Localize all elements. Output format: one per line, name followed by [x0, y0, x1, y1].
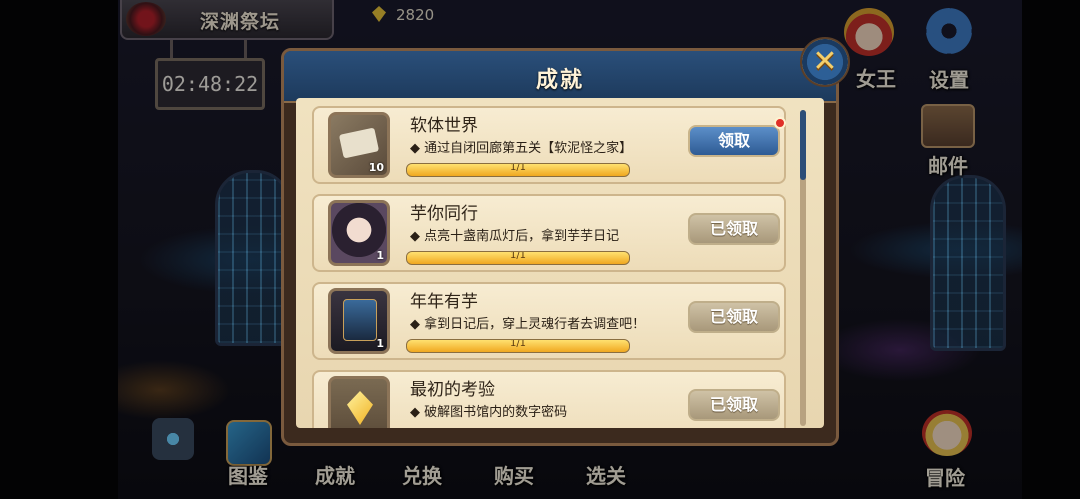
achievement-desc: ◆ 点亮十盏南瓜灯后，拿到芋芋日记 — [410, 229, 620, 244]
claimed-button[interactable]: 已领取 — [688, 213, 780, 245]
achievement-title: 最初的考验 — [410, 380, 495, 400]
achievement-row: 1 年年有芋 ◆ 拿到日记后，穿上灵魂行者去调查吧！ 1/1 已领取 — [312, 282, 786, 360]
claimed-button[interactable]: 已领取 — [688, 301, 780, 333]
dialog-header: 成就 — [284, 51, 836, 103]
notification-dot — [774, 117, 786, 129]
close-button[interactable]: ✕ — [800, 37, 850, 87]
progress-bar: 1/1 — [406, 163, 630, 177]
progress-text: 1/1 — [509, 163, 527, 173]
gold-crystal-icon — [328, 376, 390, 428]
achievement-list[interactable]: 10 软体世界 ◆ 通过自闭回廊第五关【软泥怪之家】 1/1 领取 1 芋你同行… — [296, 98, 824, 428]
close-icon: ✕ — [812, 44, 838, 79]
dialog-title: 成就 — [535, 68, 584, 93]
reward-count: 1 — [376, 249, 384, 262]
reward-count: 10 — [368, 161, 384, 174]
claimed-button[interactable]: 已领取 — [688, 389, 780, 421]
achievement-title: 芋你同行 — [410, 204, 478, 224]
character-portrait-icon: 1 — [328, 200, 390, 266]
progress-bar: 1/1 — [406, 251, 630, 265]
progress-text: 1/1 — [509, 251, 527, 261]
achievement-row: 10 软体世界 ◆ 通过自闭回廊第五关【软泥怪之家】 1/1 领取 — [312, 106, 786, 184]
achievement-desc: ◆ 通过自闭回廊第五关【软泥怪之家】 — [410, 141, 633, 156]
achievement-title: 年年有芋 — [410, 292, 478, 312]
ticket-icon: 10 — [328, 112, 390, 178]
scroll-thumb[interactable] — [800, 110, 806, 180]
progress-text: 1/1 — [509, 339, 527, 349]
achievement-row: 1 芋你同行 ◆ 点亮十盏南瓜灯后，拿到芋芋日记 1/1 已领取 — [312, 194, 786, 272]
achievement-desc: ◆ 拿到日记后，穿上灵魂行者去调查吧！ — [410, 317, 646, 332]
achievement-desc: ◆ 破解图书馆内的数字密码 — [410, 405, 568, 420]
achievement-row: 最初的考验 ◆ 破解图书馆内的数字密码 已领取 — [312, 370, 786, 428]
costume-card-icon: 1 — [328, 288, 390, 354]
progress-bar: 1/1 — [406, 339, 630, 353]
list-scrollbar[interactable] — [800, 110, 806, 426]
claim-button[interactable]: 领取 — [688, 125, 780, 157]
achievement-title: 软体世界 — [410, 116, 478, 136]
reward-count: 1 — [376, 337, 384, 350]
